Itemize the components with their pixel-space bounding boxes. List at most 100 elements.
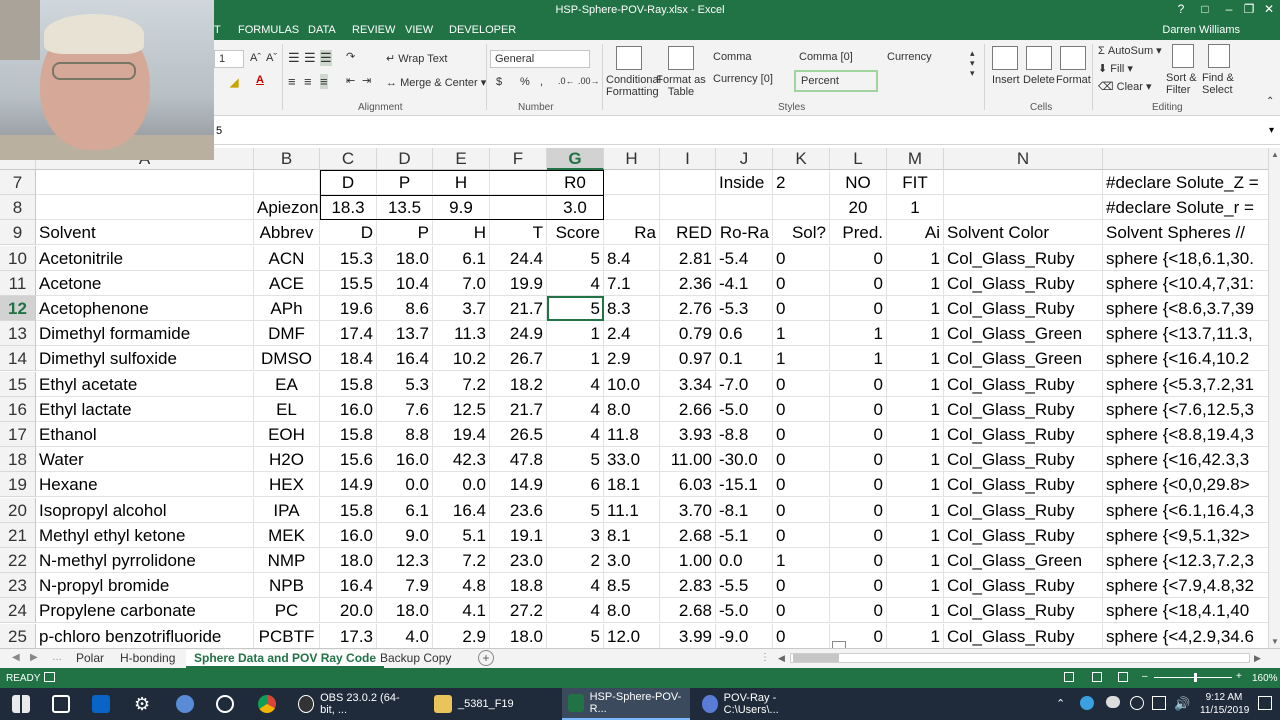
cell-h16[interactable]: 8.0	[604, 396, 660, 422]
cell-k7[interactable]: 2	[773, 170, 830, 195]
cell-m21[interactable]: 1	[887, 522, 944, 548]
cell-g8[interactable]: 3.0	[547, 195, 604, 221]
cell-f12[interactable]: 21.7	[490, 296, 547, 321]
cell-j15[interactable]: -7.0	[716, 371, 773, 397]
style-percent[interactable]: Percent	[794, 70, 878, 92]
cell-k23[interactable]: 0	[773, 573, 830, 599]
delete-button[interactable]: Delete	[1023, 74, 1055, 86]
cell-j10[interactable]: -5.4	[716, 245, 773, 271]
cell-j7[interactable]: Inside	[716, 170, 773, 195]
cell-c18[interactable]: 15.6	[320, 447, 377, 473]
cell-g7[interactable]: R0	[547, 170, 604, 195]
settings-gear-icon[interactable]: ⚙	[128, 688, 156, 720]
sort-filter-button[interactable]: Sort & Filter	[1166, 72, 1200, 96]
styles-more-icon[interactable]: ▴ ▾ ▾	[970, 48, 975, 78]
cell-e24[interactable]: 4.1	[433, 598, 490, 624]
style-currency-0[interactable]: Currency [0]	[708, 70, 794, 88]
cell-c15[interactable]: 15.8	[320, 371, 377, 397]
column-header-d[interactable]: D	[377, 148, 433, 170]
cell-i25[interactable]: 3.99	[660, 623, 716, 648]
cell-g13[interactable]: 1	[547, 321, 604, 347]
clear-button[interactable]: ⌫ Clear ▾	[1098, 80, 1152, 93]
column-header-l[interactable]: L	[830, 148, 887, 170]
align-left-icon[interactable]: ≡	[288, 74, 296, 89]
cell-e25[interactable]: 2.9	[433, 623, 490, 648]
cell-k12[interactable]: 0	[773, 296, 830, 321]
cell-j12[interactable]: -5.3	[716, 296, 773, 321]
cell-b21[interactable]: MEK	[254, 522, 320, 548]
tray-icon-2[interactable]	[1152, 696, 1166, 710]
zoom-in-icon[interactable]: +	[1236, 671, 1242, 682]
cell-h20[interactable]: 11.1	[604, 497, 660, 523]
scroll-down-icon[interactable]: ▼	[1271, 637, 1279, 646]
cell-g11[interactable]: 4	[547, 270, 604, 296]
cell-d10[interactable]: 18.0	[377, 245, 433, 271]
cell-e9[interactable]: H	[433, 220, 490, 246]
cell-f25[interactable]: 18.0	[490, 623, 547, 648]
cell-n20[interactable]: Col_Glass_Ruby	[944, 497, 1103, 523]
cell-f23[interactable]: 18.8	[490, 573, 547, 599]
cell-i10[interactable]: 2.81	[660, 245, 716, 271]
increase-font-icon[interactable]: Aˆ	[250, 52, 261, 64]
cell-g10[interactable]: 5	[547, 245, 604, 271]
tab-data[interactable]: DATA	[308, 24, 336, 36]
cell-f20[interactable]: 23.6	[490, 497, 547, 523]
cell-a12[interactable]: Acetophenone	[36, 296, 254, 321]
row-header-22[interactable]: 22	[0, 548, 36, 573]
horizontal-scrollbar[interactable]	[790, 653, 1250, 663]
quick-analysis-icon[interactable]	[832, 640, 846, 648]
cell-o16[interactable]: sphere {<7.6,12.5,3	[1103, 397, 1268, 422]
cell-i16[interactable]: 2.66	[660, 396, 716, 422]
column-header-e[interactable]: E	[433, 148, 490, 170]
font-size-combo[interactable]: 1	[214, 50, 244, 68]
cell-m12[interactable]: 1	[887, 296, 944, 321]
worksheet-grid[interactable]: ABCDEFGHIJKLMN7DPHR0Inside2NOFIT#declare…	[0, 148, 1268, 648]
align-middle-icon[interactable]: ☰	[304, 50, 316, 66]
cell-l8[interactable]: 20	[830, 195, 887, 221]
cell-i15[interactable]: 3.34	[660, 371, 716, 397]
cell-c14[interactable]: 18.4	[320, 346, 377, 372]
formula-bar-value[interactable]: 5	[216, 125, 222, 137]
cell-m25[interactable]: 1	[887, 623, 944, 648]
help-icon[interactable]: ?	[1172, 2, 1190, 16]
cell-o14[interactable]: sphere {<16.4,10.2	[1103, 346, 1268, 371]
notifications-icon[interactable]	[1258, 696, 1272, 710]
cell-o23[interactable]: sphere {<7.9,4.8,32	[1103, 573, 1268, 598]
cell-k10[interactable]: 0	[773, 245, 830, 271]
cell-a17[interactable]: Ethanol	[36, 422, 254, 447]
row-header-17[interactable]: 17	[0, 422, 36, 447]
cell-h12[interactable]: 8.3	[604, 296, 660, 321]
cell-m22[interactable]: 1	[887, 548, 944, 573]
column-header-i[interactable]: I	[660, 148, 716, 170]
scroll-right-icon[interactable]: ▶	[1254, 653, 1261, 664]
cell-h13[interactable]: 2.4	[604, 321, 660, 347]
cell-e19[interactable]: 0.0	[433, 472, 490, 498]
cell-a20[interactable]: Isopropyl alcohol	[36, 497, 254, 523]
cell-k13[interactable]: 1	[773, 321, 830, 347]
cell-m9[interactable]: Ai	[887, 220, 944, 246]
sheet-tab-polar[interactable]: Polar	[68, 650, 112, 668]
cell-h10[interactable]: 8.4	[604, 245, 660, 271]
cell-d16[interactable]: 7.6	[377, 396, 433, 422]
merge-center-button[interactable]: ↔ Merge & Center ▾	[386, 76, 486, 89]
cell-e21[interactable]: 5.1	[433, 522, 490, 548]
cell-i22[interactable]: 1.00	[660, 548, 716, 573]
cell-o19[interactable]: sphere {<0,0,29.8>	[1103, 472, 1268, 497]
cell-i9[interactable]: RED	[660, 220, 716, 246]
cell-o11[interactable]: sphere {<10.4,7,31:	[1103, 271, 1268, 296]
cell-o17[interactable]: sphere {<8.8,19.4,3	[1103, 422, 1268, 447]
decrease-font-icon[interactable]: Aˇ	[266, 52, 277, 64]
row-header-19[interactable]: 19	[0, 472, 36, 498]
cell-l23[interactable]: 0	[830, 573, 887, 599]
cell-f19[interactable]: 14.9	[490, 472, 547, 498]
cell-h19[interactable]: 18.1	[604, 472, 660, 498]
sheet-tab-backup-copy[interactable]: Backup Copy	[372, 650, 459, 668]
cell-l13[interactable]: 1	[830, 321, 887, 347]
cell-d11[interactable]: 10.4	[377, 270, 433, 296]
cell-e7[interactable]: H	[433, 170, 490, 195]
sheet-tab-sphere-data[interactable]: Sphere Data and POV Ray Code	[186, 650, 385, 668]
cell-h22[interactable]: 3.0	[604, 548, 660, 573]
cell-b20[interactable]: IPA	[254, 497, 320, 523]
style-comma[interactable]: Comma	[708, 48, 794, 66]
cell-c11[interactable]: 15.5	[320, 270, 377, 296]
